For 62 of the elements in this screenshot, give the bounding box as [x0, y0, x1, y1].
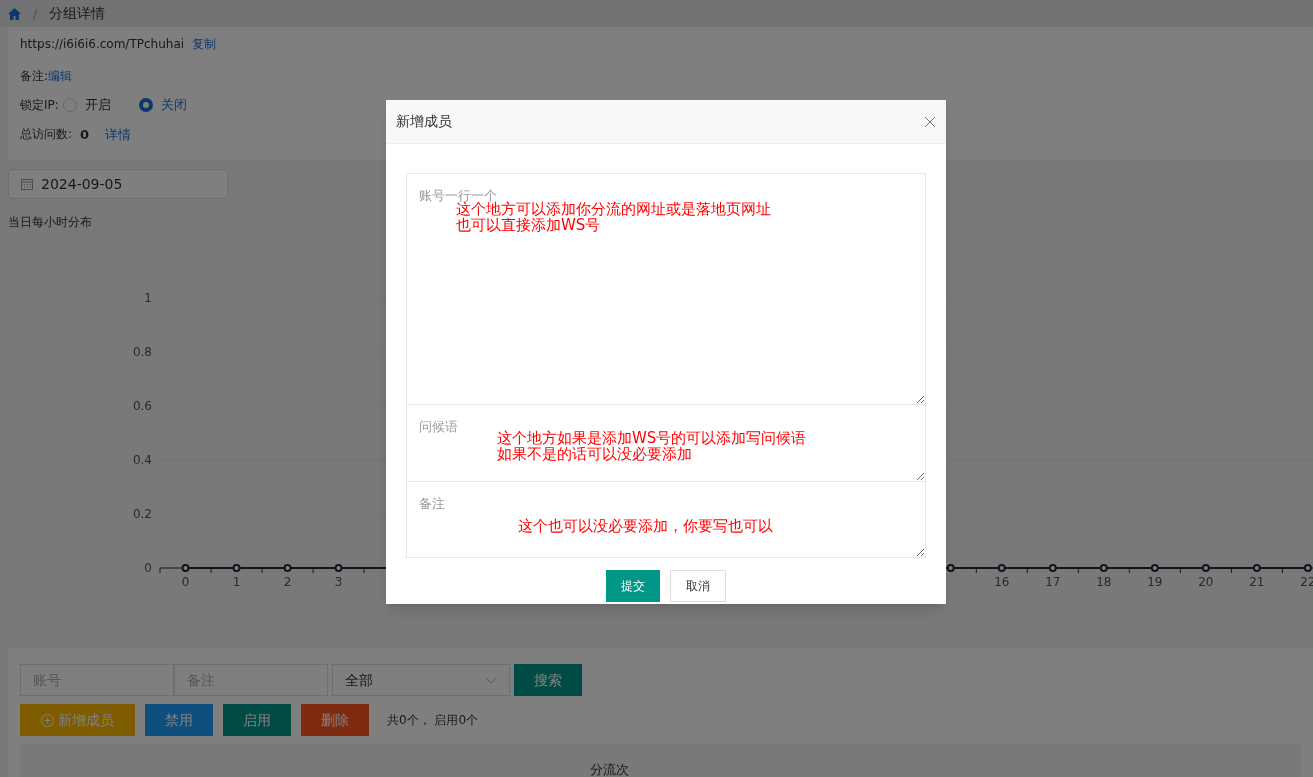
breadcrumb-separator: / [33, 4, 38, 23]
search-button[interactable]: 搜索 [514, 664, 582, 696]
data-point [232, 564, 241, 572]
data-point [1150, 564, 1159, 572]
x-tick-label: 16 [994, 575, 1010, 589]
data-point [1303, 564, 1312, 572]
y-tick-label: 0 [144, 561, 152, 575]
data-point [283, 564, 292, 572]
column-header: 分流次 [590, 761, 629, 777]
x-tick-label: 18 [1096, 575, 1112, 589]
data-point [1048, 564, 1057, 572]
annotation-text: 如果不是的话可以没必要添加 [497, 446, 693, 462]
edit-link[interactable]: 编辑 [48, 67, 73, 85]
y-tick-label: 0.4 [132, 453, 152, 467]
member-summary: 共0个， 启用0个 [387, 712, 479, 729]
annotation-text: 也可以直接添加WS号 [456, 217, 602, 233]
data-point [1099, 564, 1108, 572]
chart-title: 当日每小时分布 [8, 214, 92, 231]
y-tick-label: 1 [144, 291, 152, 305]
visits-count: 0 [80, 125, 90, 144]
data-point [181, 564, 190, 572]
details-link[interactable]: 详情 [105, 124, 132, 144]
breadcrumb-title: 分组详情 [49, 4, 106, 23]
submit-button[interactable]: 提交 [606, 570, 660, 602]
date-field[interactable]: 2024-09-05 [8, 169, 228, 199]
action-button[interactable]: 删除 [301, 704, 369, 736]
data-point [334, 564, 343, 572]
radio-option[interactable]: 开启 [62, 95, 111, 115]
action-button[interactable]: 启用 [223, 704, 291, 736]
lock-ip-label: 锁定IP: [20, 96, 59, 114]
radio-option[interactable]: 关闭 [138, 95, 187, 115]
x-tick-label: 0 [181, 575, 190, 589]
home-icon[interactable] [8, 7, 21, 20]
copy-link[interactable]: 复制 [192, 35, 217, 53]
x-tick-label: 21 [1249, 575, 1265, 589]
x-tick-label: 1 [232, 575, 241, 589]
modal-title: 新增成员 [396, 112, 452, 131]
cancel-button[interactable]: 取消 [670, 570, 726, 602]
calendar-icon [21, 178, 33, 190]
status-select[interactable]: 全部 [332, 664, 510, 696]
annotation-text: 这个地方如果是添加WS号的可以添加写问候语 [497, 430, 807, 446]
chevron-down-icon [485, 676, 497, 684]
annotation-text: 这个也可以没必要添加，你要写也可以 [518, 518, 773, 534]
x-tick-label: 17 [1045, 575, 1061, 589]
data-point [997, 564, 1006, 572]
y-tick-label: 0.2 [132, 507, 152, 521]
action-button[interactable]: 新增成员 [20, 704, 135, 736]
x-tick-label: 20 [1198, 575, 1214, 589]
data-point [1252, 564, 1261, 572]
y-tick-label: 0.6 [132, 399, 152, 413]
note-label: 备注: [20, 68, 49, 85]
group-url: https://i6i6i6.com/TPchuhai [20, 36, 185, 53]
visits-label: 总访问数: [20, 126, 73, 144]
y-tick-label: 0.8 [132, 345, 152, 359]
x-tick-label: 3 [334, 575, 343, 589]
x-tick-label: 19 [1147, 575, 1163, 589]
close-icon[interactable] [924, 115, 936, 128]
x-tick-label: 2 [283, 575, 292, 589]
plus-circle-icon [41, 713, 54, 727]
annotation-text: 这个地方可以添加你分流的网址或是落地页网址 [456, 201, 771, 217]
action-button[interactable]: 禁用 [145, 704, 213, 736]
data-point [1201, 564, 1210, 572]
